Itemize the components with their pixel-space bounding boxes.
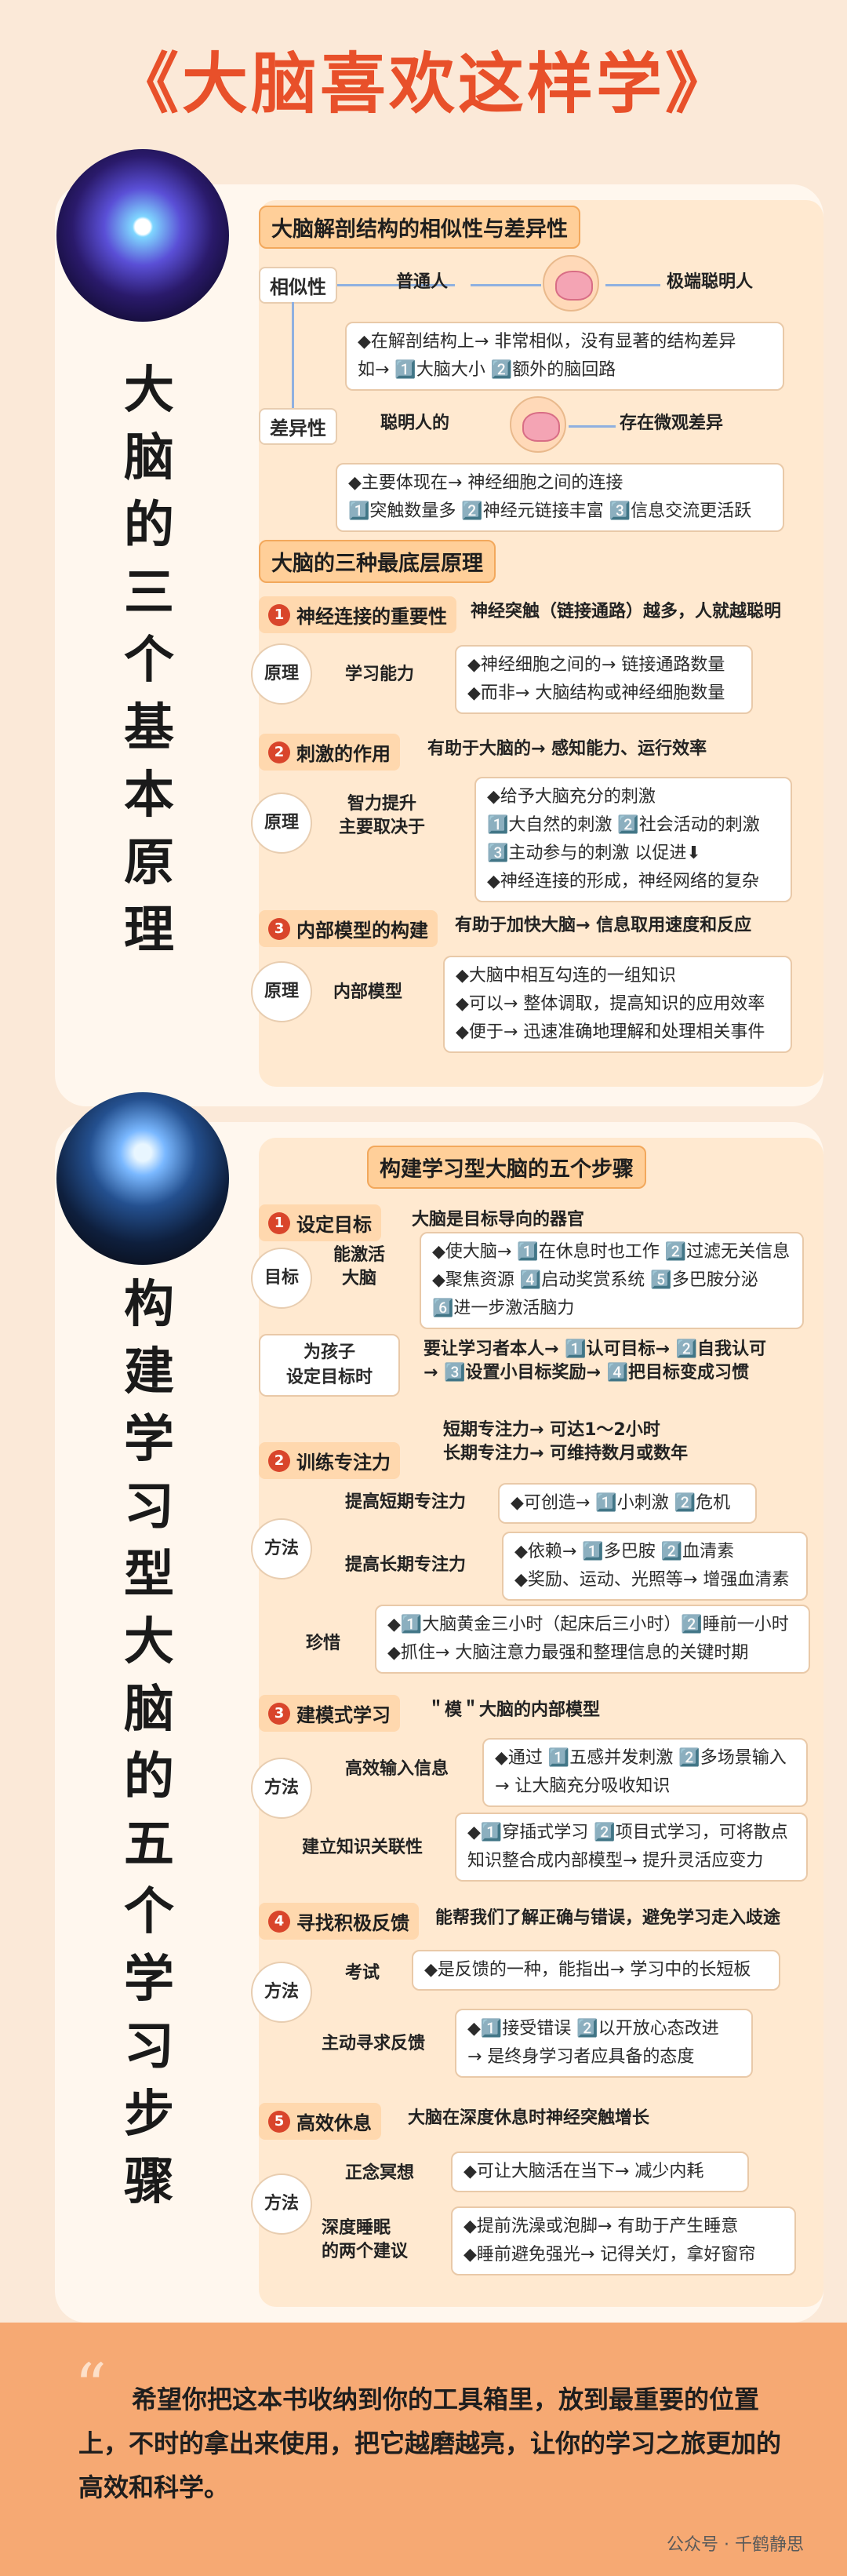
principle-2-title: 2 刺激的作用	[259, 734, 400, 771]
step-3-a-box: ◆通过 1️⃣五感并发刺激 2️⃣多场景输入 → 让大脑充分吸收知识	[482, 1738, 808, 1807]
step-3-a-label: 高效输入信息	[345, 1759, 449, 1779]
smart-person-label: 极端聪明人	[667, 272, 754, 292]
step-1-desc: 大脑是目标导向的器官	[412, 1210, 585, 1230]
step-4-b-box: ◆1️⃣接受错误 2️⃣以开放心态改进 → 是终身学习者应具备的态度	[455, 2009, 753, 2078]
step-2-c-box: ◆1️⃣大脑黄金三小时（起床后三小时）2️⃣睡前一小时 ◆抓住→ 大脑注意力最强和…	[375, 1605, 810, 1674]
step-4-a-label: 考试	[345, 1963, 380, 1983]
header-five-steps: 构建学习型大脑的五个步骤	[367, 1146, 646, 1189]
principle-1-desc: 神经突触（链接通路）越多，人就越聪明	[471, 602, 782, 621]
principle-1-circle: 原理	[251, 643, 312, 705]
connector-line	[605, 284, 660, 286]
principle-3-desc: 有助于加快大脑→ 信息取用速度和反应	[455, 916, 752, 935]
normal-person-label: 普通人	[396, 272, 449, 292]
micro-diff-label: 存在微观差异	[620, 414, 724, 433]
page-title: 《大脑喜欢这样学》	[112, 46, 734, 122]
diff-detail-box: ◆主要体现在→ 神经细胞之间的连接 1️⃣突触数量多 2️⃣神经元链接丰富 3️⃣…	[336, 463, 784, 532]
principle-1-box: ◆神经细胞之间的→ 链接通路数量 ◆而非→ 大脑结构或神经细胞数量	[455, 645, 753, 714]
step-1-label: 能激活 大脑	[333, 1245, 386, 1288]
neuron-image	[56, 149, 229, 322]
step-4-title: 4 寻找积极反馈	[259, 1903, 419, 1940]
step-3-circle: 方法	[251, 1758, 312, 1819]
step-3-title: 3 建模式学习	[259, 1695, 400, 1732]
connector-line	[471, 284, 541, 286]
closing-text: 希望你把这本书收纳到你的工具箱里，放到最重要的位置上，不时的拿出来使用，把它越磨…	[78, 2385, 782, 2502]
header-principles: 大脑的三种最底层原理	[259, 540, 496, 583]
principle-2-desc: 有助于大脑的→ 感知能力、运行效率	[427, 739, 707, 759]
principle-2-label: 智力提升 主要取决于	[339, 794, 426, 837]
signature: 公众号 · 千鹤静思	[667, 2535, 804, 2555]
section-1-vertical-title: 大脑的三个基本原理	[124, 362, 174, 960]
step-2-circle: 方法	[251, 1518, 312, 1579]
connector-line	[569, 425, 616, 428]
step-3-b-box: ◆1️⃣穿插式学习 2️⃣项目式学习，可将散点 知识整合成内部模型→ 提升灵活应变…	[455, 1813, 808, 1882]
similar-detail-box: ◆在解剖结构上→ 非常相似，没有显著的结构差异 如→ 1️⃣大脑大小 2️⃣额外的…	[345, 322, 784, 391]
kid-goal-label: 为孩子 设定目标时	[259, 1334, 400, 1397]
step-3-desc: ＂模＂大脑的内部模型	[427, 1700, 601, 1720]
principle-3-box: ◆大脑中相互勾连的一组知识 ◆可以→ 整体调取，提高知识的应用效率 ◆便于→ 迅速准…	[443, 956, 792, 1053]
kid-goal-text: 要让学习者本人→ 1️⃣认可目标→ 2️⃣自我认可 → 3️⃣设置小目标奖励→ 4…	[424, 1339, 766, 1383]
brain-icon	[543, 255, 599, 312]
brain-icon	[510, 396, 566, 453]
step-5-title: 5 高效休息	[259, 2103, 381, 2140]
step-2-a-box: ◆可创造→ 1️⃣小刺激 2️⃣危机	[498, 1483, 757, 1524]
step-5-a-box: ◆可让大脑活在当下→ 减少内耗	[451, 2152, 749, 2192]
similar-label: 相似性	[259, 267, 337, 304]
principle-2-box: ◆给予大脑充分的刺激 1️⃣大自然的刺激 2️⃣社会活动的刺激 3️⃣主动参与的刺激…	[474, 777, 792, 902]
step-2-b-label: 提高长期专注力	[345, 1555, 467, 1575]
step-2-b-box: ◆依赖→ 1️⃣多巴胺 2️⃣血清素 ◆奖励、运动、光照等→ 增强血清素	[502, 1532, 808, 1601]
connector-line	[292, 302, 294, 412]
step-4-a-box: ◆是反馈的一种，能指出→ 学习中的长短板	[412, 1950, 780, 1991]
principle-1-title: 1 神经连接的重要性	[259, 596, 456, 633]
principle-3-circle: 原理	[251, 961, 312, 1022]
step-4-desc: 能帮我们了解正确与错误，避免学习走入歧途	[435, 1908, 781, 1928]
step-1-title: 1 设定目标	[259, 1204, 381, 1241]
step-3-b-label: 建立知识关联性	[302, 1838, 424, 1857]
principle-3-label: 内部模型	[333, 982, 403, 1002]
diff-label: 差异性	[259, 408, 337, 445]
step-5-a-label: 正念冥想	[345, 2163, 415, 2183]
section-2-vertical-title: 构建学习型大脑的五个学习步骤	[124, 1276, 174, 2211]
principle-1-label: 学习能力	[345, 665, 415, 684]
step-1-circle: 目标	[251, 1248, 312, 1309]
step-2-c-label: 珍惜	[306, 1634, 341, 1653]
step-4-circle: 方法	[251, 1962, 312, 2023]
step-5-b-box: ◆提前洗澡或泡脚→ 有助于产生睡意 ◆睡前避免强光→ 记得关灯，拿好窗帘	[451, 2206, 796, 2275]
brain-tree-image	[56, 1092, 229, 1265]
step-2-a-label: 提高短期专注力	[345, 1492, 467, 1512]
step-2-title: 2 训练专注力	[259, 1442, 400, 1479]
step-1-box: ◆使大脑→ 1️⃣在休息时也工作 2️⃣过滤无关信息 ◆聚焦资源 4️⃣启动奖赏系…	[420, 1232, 804, 1329]
principle-3-title: 3 内部模型的构建	[259, 910, 438, 947]
step-5-desc: 大脑在深度休息时神经突触增长	[408, 2108, 650, 2128]
step-5-b-label: 深度睡眠 的两个建议	[322, 2218, 409, 2261]
principle-2-circle: 原理	[251, 792, 312, 854]
step-5-circle: 方法	[251, 2173, 312, 2235]
header-anatomy: 大脑解剖结构的相似性与差异性	[259, 206, 580, 249]
step-2-desc: 短期专注力→ 可达1～2小时 长期专注力→ 可维持数月或数年	[443, 1420, 689, 1463]
step-4-b-label: 主动寻求反馈	[322, 2034, 426, 2053]
smart-person-diff-label: 聪明人的	[380, 414, 450, 433]
